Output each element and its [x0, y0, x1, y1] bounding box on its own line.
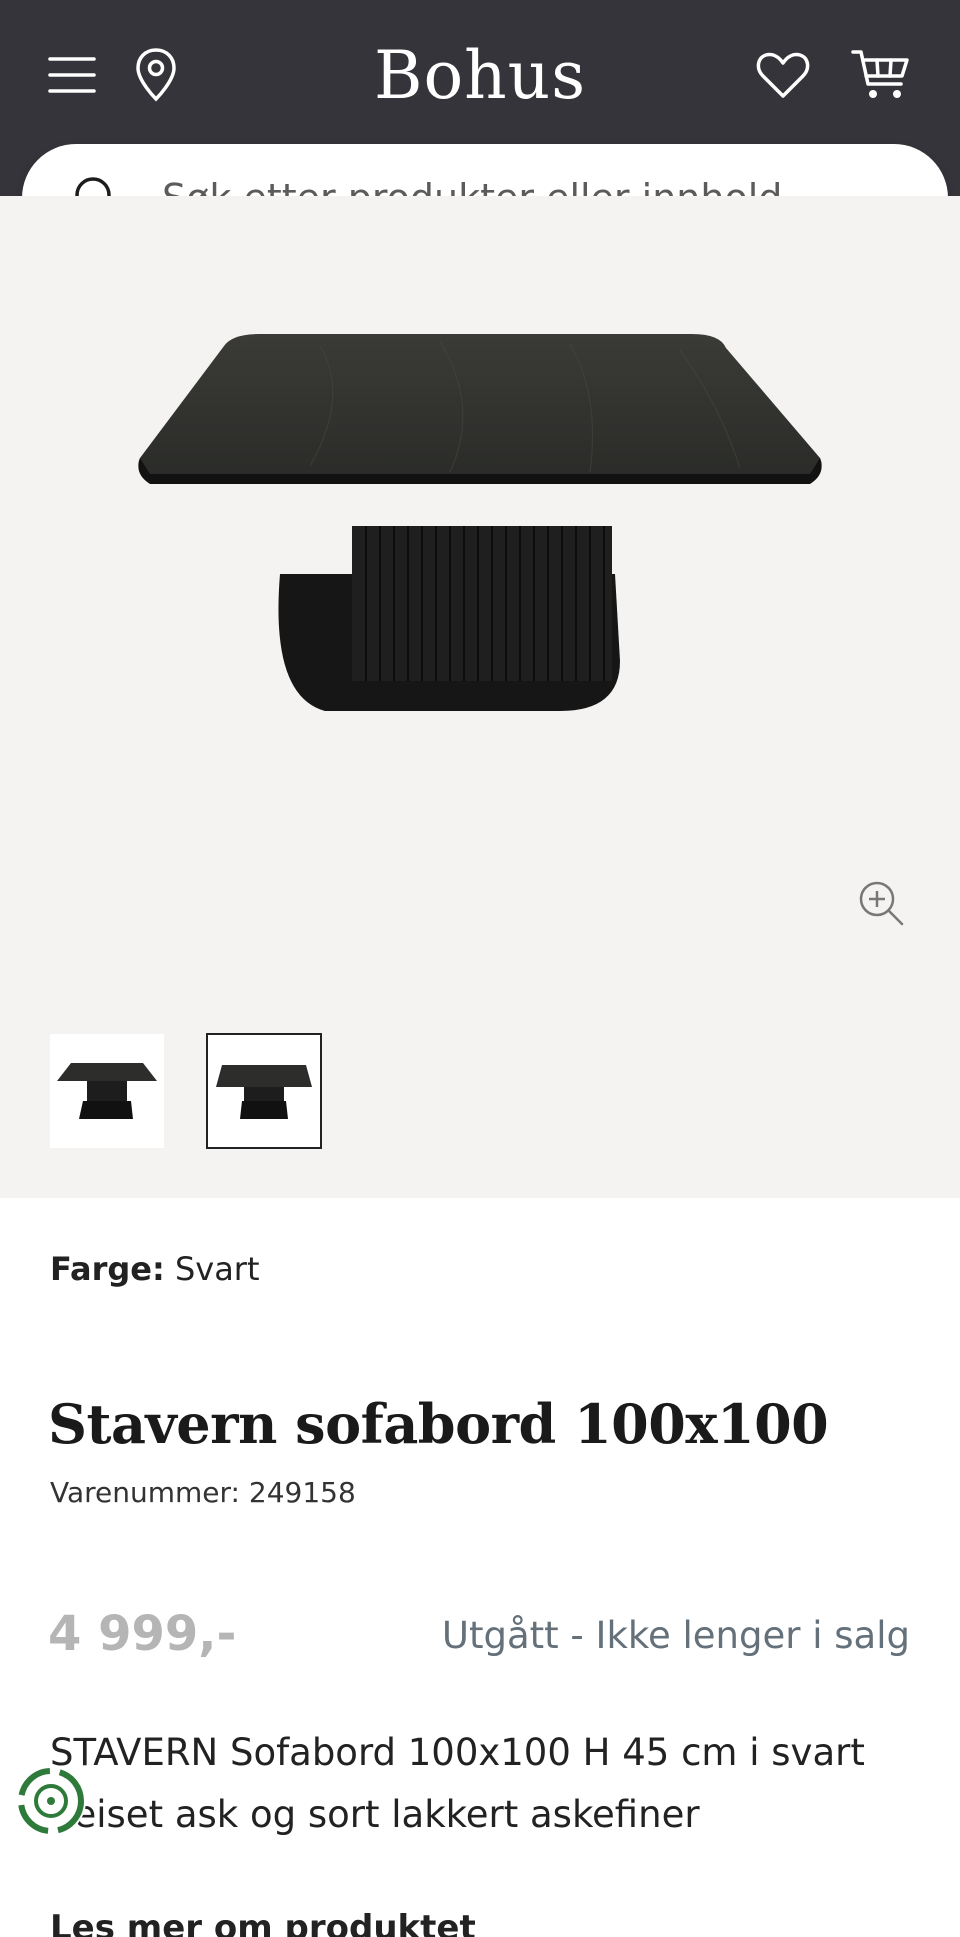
thumbnail-1[interactable]	[50, 1034, 164, 1148]
availability-status: Utgått - Ikke lenger i salg	[441, 1614, 910, 1657]
thumbnail-2[interactable]	[206, 1033, 322, 1149]
heart-icon[interactable]	[750, 44, 816, 106]
read-more-link[interactable]: Les mer om produktet	[50, 1908, 476, 1937]
location-pin-icon[interactable]	[128, 44, 184, 106]
color-selector: Farge: Svart	[50, 1250, 260, 1288]
product-image[interactable]	[120, 326, 840, 806]
color-label: Farge:	[50, 1250, 165, 1288]
product-price: 4 999,-	[48, 1606, 237, 1662]
recycle-icon[interactable]	[16, 1766, 86, 1836]
cart-icon[interactable]	[846, 44, 916, 106]
zoom-in-icon[interactable]	[856, 878, 906, 928]
bohus-logo[interactable]: Bohus	[330, 34, 630, 118]
product-gallery	[0, 196, 960, 1198]
product-sku: Varenummer: 249158	[50, 1476, 356, 1509]
color-value: Svart	[174, 1250, 260, 1288]
product-description: STAVERN Sofabord 100x100 H 45 cm i svart…	[50, 1731, 865, 1836]
product-title: Stavern sofabord 100x100	[48, 1392, 829, 1456]
hamburger-icon[interactable]	[44, 50, 100, 100]
